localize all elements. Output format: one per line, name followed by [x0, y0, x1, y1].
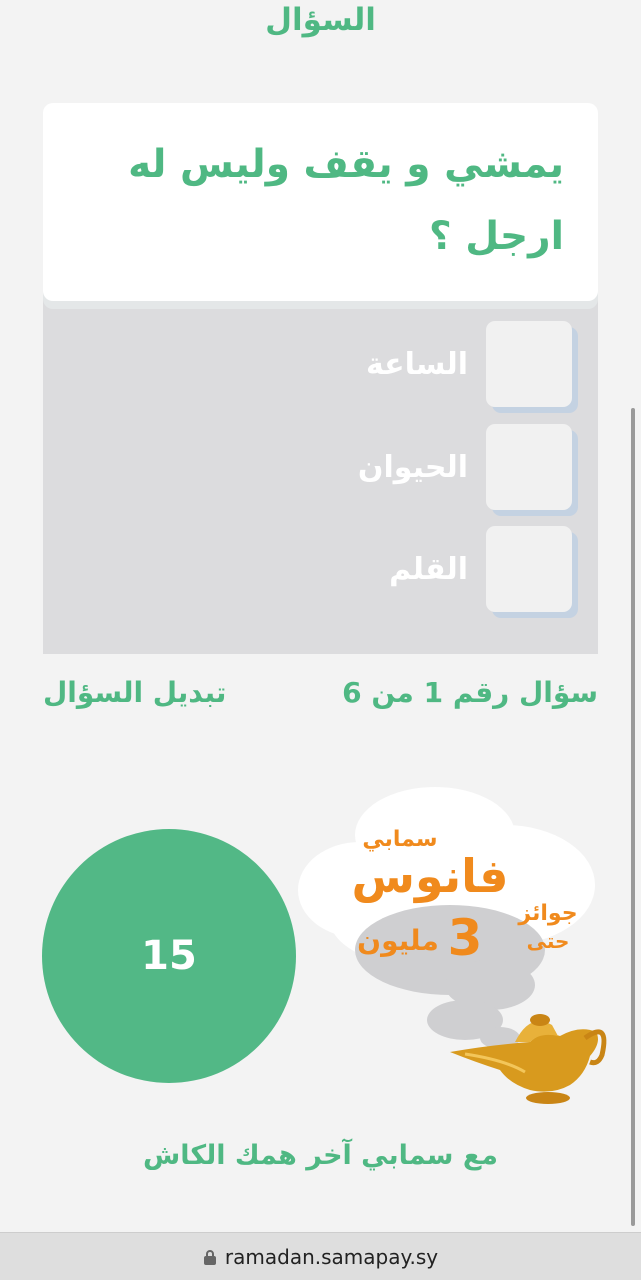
answer-checkbox[interactable] [486, 321, 572, 407]
promo-banner: سمابي فانوس جوائز حتى 3 مليون [298, 787, 607, 1104]
promo-amount: 3 [448, 909, 483, 967]
answer-checkbox[interactable] [486, 424, 572, 510]
change-question-link[interactable]: تبديل السؤال [43, 676, 226, 709]
footer-slogan: مع سمابي آخر همك الكاش [143, 1140, 498, 1171]
question-counter: سؤال رقم 1 من 6 [342, 676, 598, 709]
page-title: السؤال [265, 2, 376, 38]
countdown-timer: 15 [42, 829, 296, 1083]
browser-url-bar[interactable]: ramadan.samapay.sy [0, 1232, 641, 1280]
promo-until: حتى [527, 929, 570, 953]
question-text: يمشي و يقف وليس له ارجل ؟ [128, 142, 564, 259]
answer-option-2[interactable]: الحيوان [272, 423, 572, 511]
answer-option-1[interactable]: الساعة [272, 320, 572, 408]
promo-million: مليون [357, 924, 439, 957]
answer-option-label: القلم [389, 551, 468, 587]
promo-prizes: جوائز [517, 901, 577, 926]
lock-icon [203, 1249, 217, 1265]
answer-checkbox[interactable] [486, 526, 572, 612]
scrollbar[interactable] [631, 408, 635, 1226]
timer-value: 15 [141, 933, 197, 979]
answer-options-panel: الساعة الحيوان القلم [43, 292, 598, 654]
answer-option-label: الساعة [365, 346, 468, 382]
answer-option-3[interactable]: القلم [272, 525, 572, 613]
question-meta-row: سؤال رقم 1 من 6 تبديل السؤال [43, 676, 598, 720]
url-text: ramadan.samapay.sy [224, 1244, 439, 1269]
question-card: يمشي و يقف وليس له ارجل ؟ [43, 103, 598, 301]
answer-option-label: الحيوان [357, 449, 468, 485]
promo-main: فانوس [352, 849, 509, 903]
